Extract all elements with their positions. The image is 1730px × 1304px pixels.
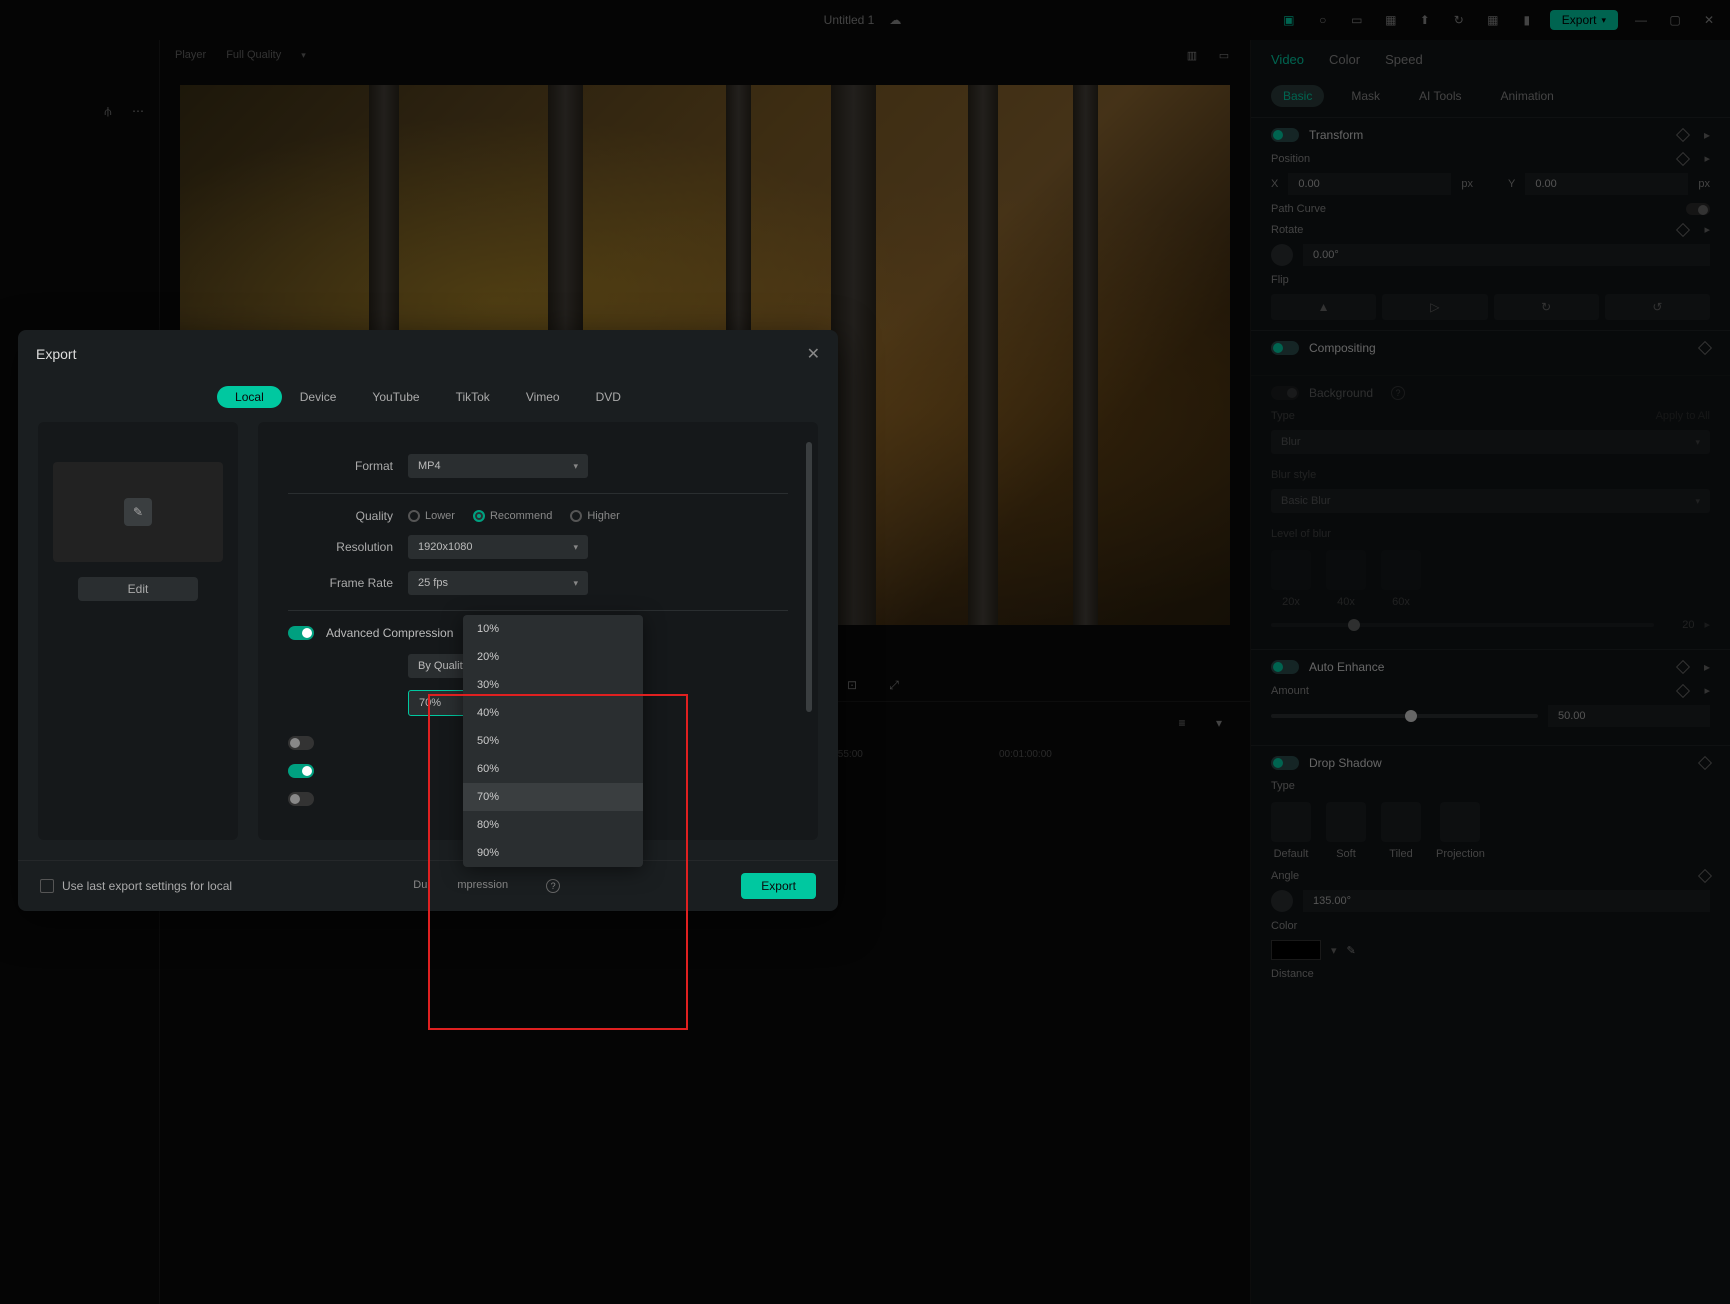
format-dropdown[interactable]: MP4▾	[408, 454, 588, 478]
adv-compression-toggle[interactable]	[288, 626, 314, 640]
export-modal: Export ✕ Local Device YouTube TikTok Vim…	[18, 330, 838, 911]
quality-option-50[interactable]: 50%	[463, 727, 643, 755]
quality-option-60[interactable]: 60%	[463, 755, 643, 783]
extra-toggle-3[interactable]	[288, 792, 314, 806]
tab-local[interactable]: Local	[217, 386, 282, 408]
tab-vimeo[interactable]: Vimeo	[508, 386, 578, 408]
scrollbar[interactable]	[806, 442, 812, 820]
framerate-dropdown[interactable]: 25 fps▾	[408, 571, 588, 595]
export-preview: ✎ Edit	[38, 422, 238, 840]
quality-option-30[interactable]: 30%	[463, 671, 643, 699]
edit-button[interactable]: Edit	[78, 577, 198, 601]
quality-option-20[interactable]: 20%	[463, 643, 643, 671]
adv-compression-label: Advanced Compression	[326, 626, 453, 640]
use-last-label: Use last export settings for local	[62, 879, 232, 893]
export-title: Export	[36, 346, 76, 362]
quality-option-40[interactable]: 40%	[463, 699, 643, 727]
quality-option-90[interactable]: 90%	[463, 839, 643, 867]
use-last-checkbox[interactable]	[40, 879, 54, 893]
tab-youtube[interactable]: YouTube	[354, 386, 437, 408]
quality-recommend-radio[interactable]: Recommend	[473, 510, 552, 522]
extra-toggle-2[interactable]	[288, 764, 314, 778]
quality-lower-radio[interactable]: Lower	[408, 510, 455, 522]
extra-toggle-1[interactable]	[288, 736, 314, 750]
quality-dropdown-menu: 10% 20% 30% 40% 50% 60% 70% 80% 90%	[463, 615, 643, 867]
thumbnail: ✎	[53, 462, 223, 562]
quality-option-70[interactable]: 70%	[463, 783, 643, 811]
tab-dvd[interactable]: DVD	[578, 386, 639, 408]
export-confirm-button[interactable]: Export	[741, 873, 816, 899]
help-icon[interactable]: ?	[546, 879, 560, 893]
quality-option-80[interactable]: 80%	[463, 811, 643, 839]
tab-device[interactable]: Device	[282, 386, 355, 408]
quality-higher-radio[interactable]: Higher	[570, 510, 619, 522]
close-icon[interactable]: ✕	[807, 344, 820, 364]
resolution-dropdown[interactable]: 1920x1080▾	[408, 535, 588, 559]
quality-option-10[interactable]: 10%	[463, 615, 643, 643]
tab-tiktok[interactable]: TikTok	[438, 386, 508, 408]
pencil-icon: ✎	[124, 498, 152, 526]
